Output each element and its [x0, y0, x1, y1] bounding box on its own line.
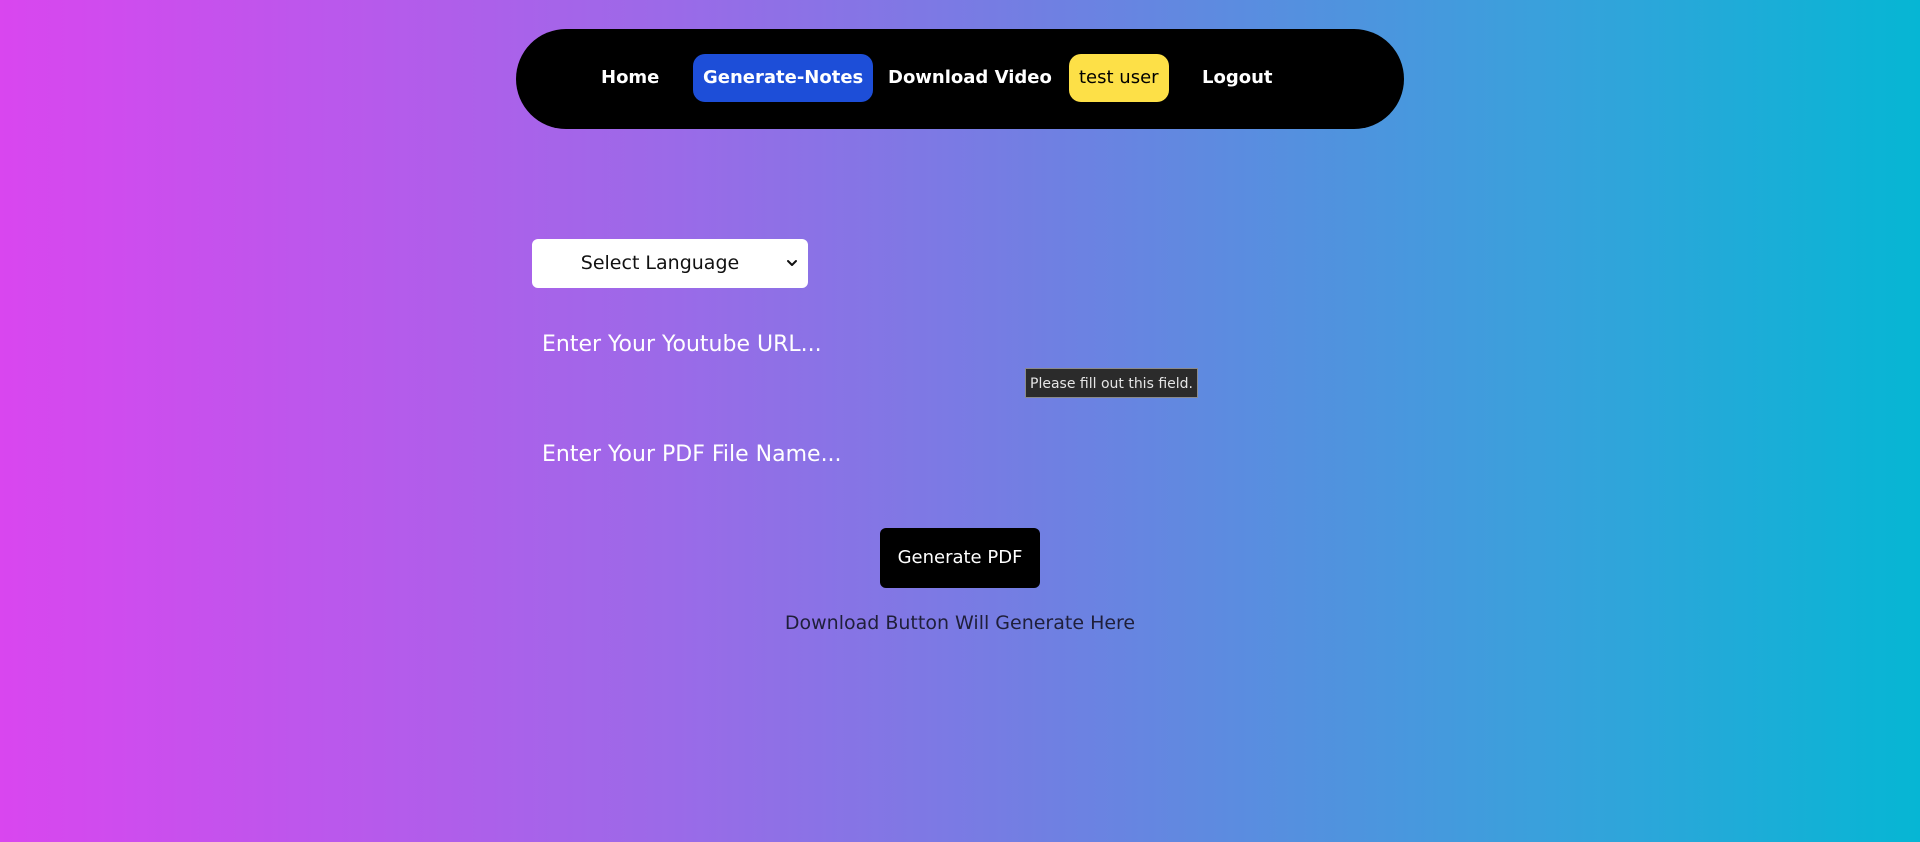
language-select[interactable]: Select Language — [532, 239, 808, 288]
pdf-filename-input[interactable] — [532, 430, 1052, 478]
download-placeholder-text: Download Button Will Generate Here — [784, 612, 1136, 634]
youtube-url-input[interactable] — [532, 320, 1052, 368]
nav-download-video-link[interactable]: Download Video — [878, 54, 1062, 102]
chevron-down-icon — [787, 260, 797, 266]
nav-logout-link[interactable]: Logout — [1192, 54, 1283, 102]
language-select-value: Select Language — [580, 252, 740, 274]
user-badge[interactable]: test user — [1069, 54, 1169, 102]
generate-pdf-button[interactable]: Generate PDF — [880, 528, 1040, 588]
validation-tooltip: Please fill out this field. — [1025, 368, 1198, 398]
nav-generate-notes-link[interactable]: Generate-Notes — [693, 54, 874, 102]
navbar: Home Generate-Notes Download Video test … — [516, 29, 1404, 129]
nav-home-link[interactable]: Home — [591, 54, 669, 102]
